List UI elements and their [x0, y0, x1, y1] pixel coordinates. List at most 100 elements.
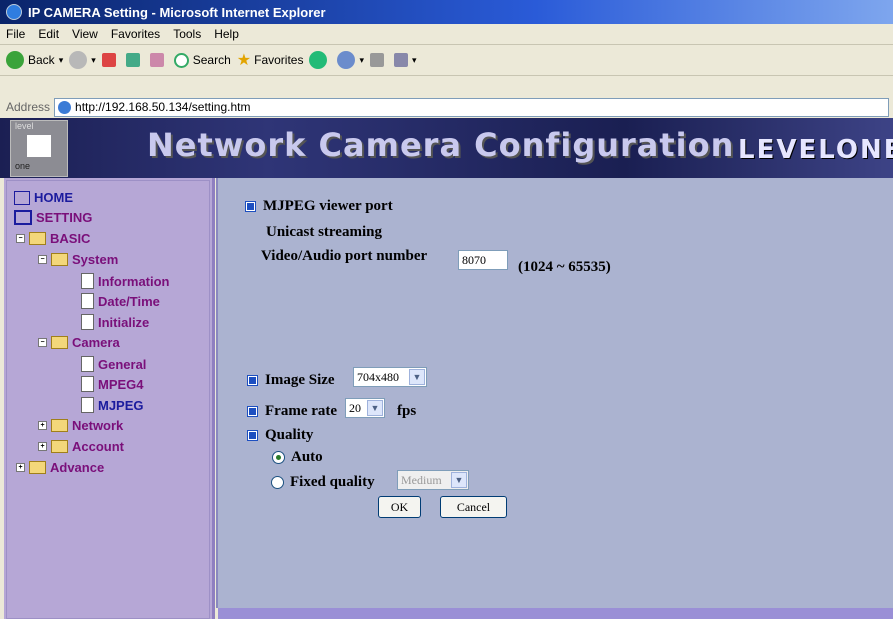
page-title: Network Camera Configuration [147, 126, 735, 164]
tree-initialize[interactable]: Initialize [81, 314, 149, 330]
folder-icon [51, 440, 68, 453]
tree-network-label: Network [72, 418, 124, 433]
auto-option[interactable]: Auto [272, 449, 323, 466]
tree-general[interactable]: General [81, 356, 146, 372]
tree-mpeg4-label: MPEG4 [98, 376, 144, 392]
edit-icon [394, 53, 409, 67]
home-button[interactable] [149, 53, 168, 67]
tree-system[interactable]: − System [38, 252, 118, 267]
expand-icon[interactable]: + [38, 442, 47, 451]
folder-open-icon [51, 253, 68, 266]
page-icon [58, 100, 72, 114]
search-button[interactable]: Search [173, 52, 231, 68]
tree-mjpeg-label: MJPEG [98, 397, 144, 413]
menu-view[interactable]: View [72, 27, 98, 41]
favorites-label: Favorites [254, 53, 304, 67]
address-url: http://192.168.50.134/setting.htm [75, 100, 251, 114]
header-banner: level one Network Camera Configuration L… [0, 118, 893, 178]
folder-icon [29, 461, 46, 474]
collapse-icon[interactable]: − [38, 255, 47, 264]
menu-edit[interactable]: Edit [38, 27, 59, 41]
page-icon [81, 273, 94, 289]
title-bar: IP CAMERA Setting - Microsoft Internet E… [0, 0, 893, 24]
chevron-down-icon: ▼ [451, 472, 467, 488]
tree-information[interactable]: Information [81, 273, 170, 289]
tree-mpeg4[interactable]: MPEG4 [81, 376, 144, 392]
home-icon [14, 190, 30, 205]
brand-logo: LEVELONE [738, 135, 893, 165]
stop-button[interactable] [101, 53, 120, 67]
chevron-down-icon: ▼ [367, 400, 383, 416]
fixed-quality-option[interactable]: Fixed quality [271, 474, 375, 491]
refresh-button[interactable] [125, 53, 144, 67]
folder-icon [51, 419, 68, 432]
forward-button[interactable]: ▾ [69, 51, 96, 69]
address-bar: Address http://192.168.50.134/setting.ht… [0, 96, 893, 119]
address-input[interactable]: http://192.168.50.134/setting.htm [54, 97, 889, 117]
print-button[interactable] [370, 53, 388, 67]
tree-home[interactable]: HOME [14, 190, 73, 205]
ok-button[interactable]: OK [378, 496, 421, 518]
image-size-value: 704x480 [357, 369, 399, 384]
toolbar: Back ▾ ▾ Search ★ Favorites ▾ ▾ [0, 45, 893, 76]
tree-basic[interactable]: − BASIC [16, 231, 90, 246]
expand-icon[interactable]: + [16, 463, 25, 472]
tree-system-label: System [72, 252, 119, 267]
tree-account[interactable]: + Account [38, 439, 124, 454]
tree-camera-label: Camera [72, 335, 120, 350]
frame-rate-label: Frame rate [247, 403, 337, 420]
logo-top-text: level [15, 121, 34, 131]
tree-general-label: General [98, 356, 147, 372]
page-icon [81, 356, 94, 372]
menu-bar: File Edit View Favorites Tools Help [0, 24, 893, 45]
favorites-button[interactable]: ★ Favorites [237, 50, 304, 70]
tree-datetime-label: Date/Time [98, 293, 160, 309]
tree-setting[interactable]: SETTING [14, 210, 92, 225]
menu-favorites[interactable]: Favorites [111, 27, 160, 41]
page-icon [81, 376, 94, 392]
page-icon [81, 314, 94, 330]
tree-information-label: Information [98, 273, 170, 289]
print-icon [370, 53, 385, 67]
monitor-icon [14, 210, 32, 225]
forward-arrow-icon [69, 51, 88, 69]
back-arrow-icon [6, 51, 24, 69]
fps-label: fps [397, 403, 417, 419]
media-button[interactable] [309, 51, 331, 69]
ie-icon [6, 4, 22, 20]
tree-advance[interactable]: + Advance [16, 460, 104, 475]
cancel-button[interactable]: Cancel [440, 496, 507, 518]
frame-rate-select[interactable]: 20 ▼ [345, 398, 385, 418]
mail-button[interactable]: ▾ [337, 51, 364, 69]
tree-mjpeg[interactable]: MJPEG [81, 397, 144, 413]
menu-tools[interactable]: Tools [173, 27, 201, 41]
logo-block [27, 135, 51, 157]
tree-network[interactable]: + Network [38, 418, 123, 433]
bullet-icon [247, 430, 258, 442]
dropdown-arrow-icon: ▾ [359, 54, 365, 65]
fixed-quality-select[interactable]: Medium ▼ [397, 470, 469, 490]
collapse-icon[interactable]: − [16, 234, 25, 243]
menu-file[interactable]: File [6, 27, 25, 41]
back-button[interactable]: Back ▾ [6, 51, 63, 69]
edit-button[interactable]: ▾ [394, 53, 417, 67]
tree-account-label: Account [72, 439, 124, 454]
menu-help[interactable]: Help [214, 27, 239, 41]
expand-icon[interactable]: + [38, 421, 47, 430]
main-content [216, 178, 893, 608]
media-icon [309, 51, 328, 69]
port-range: (1024 ~ 65535) [518, 259, 611, 275]
auto-radio[interactable] [272, 451, 285, 465]
tree-camera[interactable]: − Camera [38, 335, 120, 350]
fixed-quality-value: Medium [401, 472, 442, 487]
dropdown-arrow-icon: ▾ [58, 54, 64, 65]
mail-icon [337, 51, 356, 69]
tree-datetime[interactable]: Date/Time [81, 293, 160, 309]
image-size-select[interactable]: 704x480 ▼ [353, 367, 427, 387]
fixed-quality-radio[interactable] [271, 476, 284, 490]
port-input[interactable]: 8070 [458, 250, 508, 270]
tree-initialize-label: Initialize [98, 314, 150, 330]
tree-home-label: HOME [34, 190, 73, 205]
port-label: Video/Audio port number [261, 248, 428, 264]
collapse-icon[interactable]: − [38, 338, 47, 347]
